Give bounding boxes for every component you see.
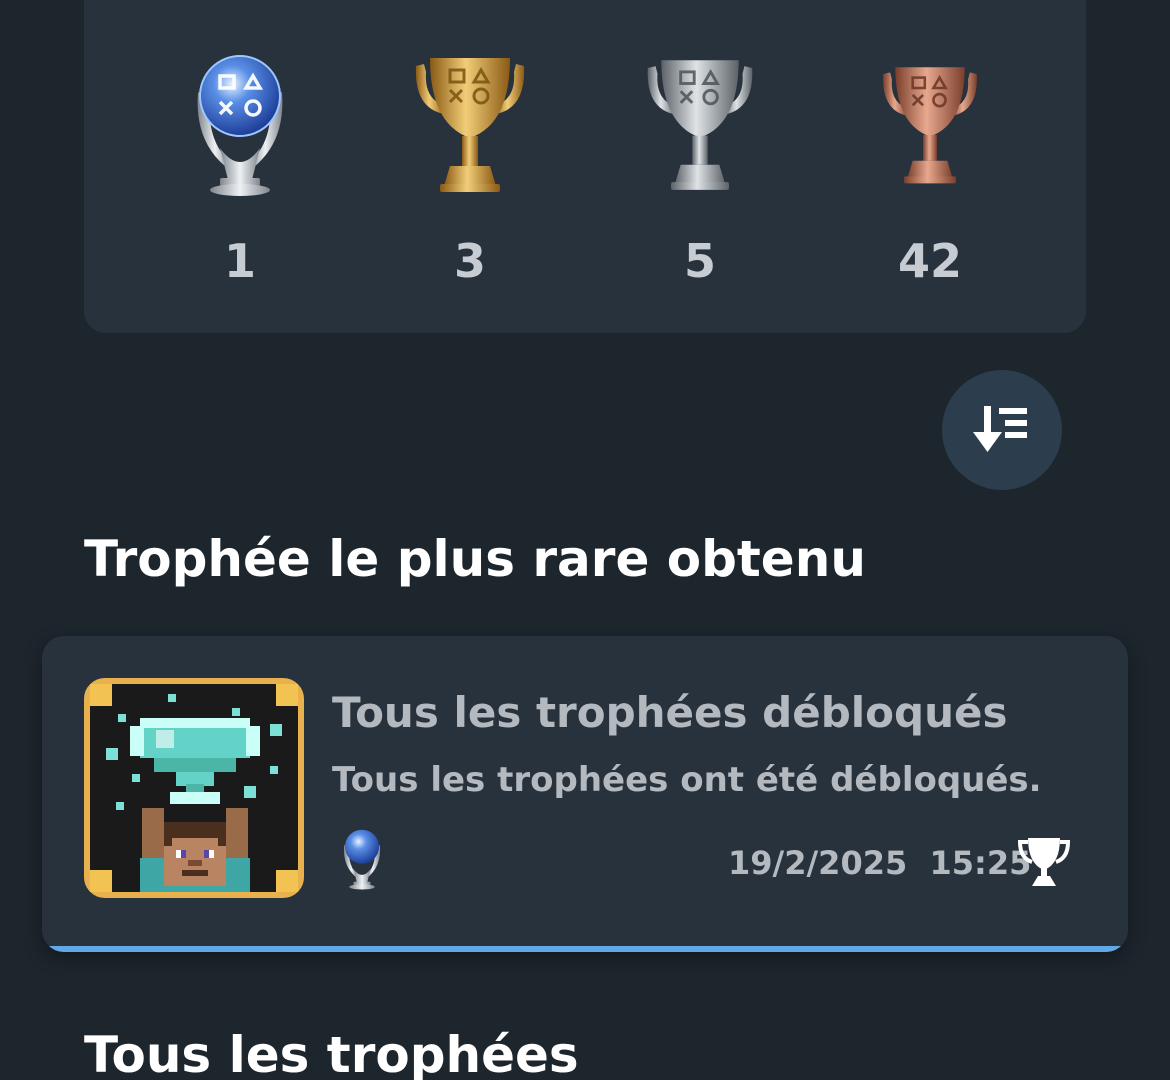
platinum-trophy-icon [343,829,381,890]
trophy-page: 1 3 5 42 Trophée le plus rare obtenu Tou… [0,0,1170,1080]
platinum-count: 1 [223,234,256,288]
silver-trophy-icon [647,60,753,190]
bronze-trophy-column: 42 [860,0,1000,288]
bronze-count: 42 [897,234,962,288]
trophy-earned-date: 19/2/2025 15:25 [728,844,1031,882]
rarest-trophy-heading: Trophée le plus rare obtenu [84,530,866,588]
sort-descending-icon [973,406,1027,452]
trophy-artwork-icon [84,678,304,898]
trophy-summary-card: 1 3 5 42 [84,0,1086,333]
gold-trophy-icon [415,58,525,192]
all-trophies-heading: Tous les trophées [84,1026,579,1080]
trophy-description: Tous les trophées ont été débloqués. [332,760,1042,800]
platinum-trophy-icon [197,55,283,196]
silver-trophy-column: 5 [630,0,770,288]
gold-trophy-column: 3 [400,0,540,288]
gold-count: 3 [453,234,486,288]
bronze-trophy-icon [883,67,977,184]
rarest-trophy-card[interactable]: Tous les trophées débloqués Tous les tro… [42,636,1128,952]
silver-count: 5 [683,234,716,288]
platinum-trophy-column: 1 [170,0,310,288]
card-accent-bar [42,946,1128,952]
sort-button[interactable] [942,370,1062,490]
earned-date: 19/2/2025 [728,844,908,882]
trophy-title: Tous les trophées débloqués [332,688,1008,737]
trophy-earned-icon [1017,838,1071,886]
